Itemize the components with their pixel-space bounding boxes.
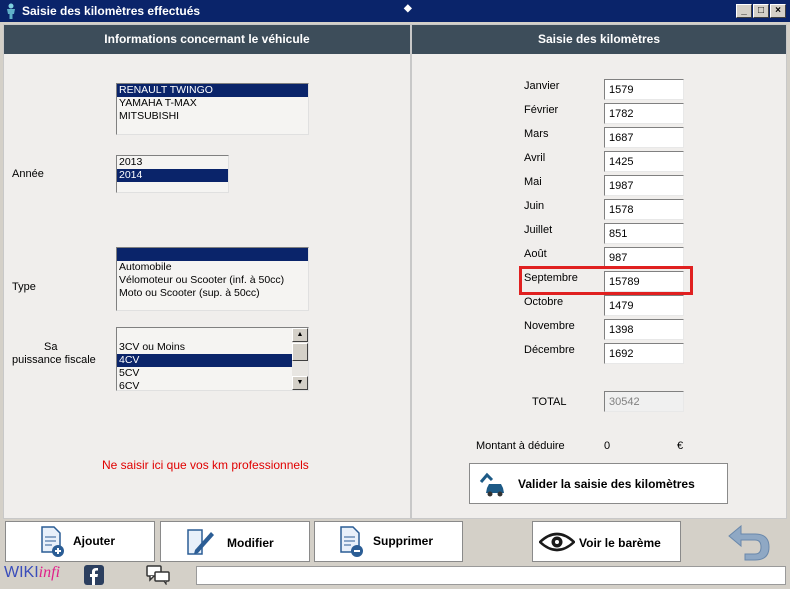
edit-pencil-icon (187, 529, 214, 555)
km-input-decembre[interactable]: 1692 (604, 343, 684, 364)
power-scrollbar[interactable]: ▲ ▼ (292, 328, 308, 390)
vehicle-panel-header: Informations concernant le véhicule (4, 25, 410, 54)
month-label: Novembre (524, 320, 575, 332)
view-scale-label: Voir le barème (579, 536, 661, 550)
logo-part1: WIKI (4, 564, 39, 581)
list-item[interactable]: 3CV ou Moins (117, 341, 292, 354)
scroll-thumb[interactable] (292, 343, 308, 361)
list-item[interactable]: Moto ou Scooter (sup. à 50cc) (117, 287, 308, 300)
currency-symbol: € (677, 440, 684, 452)
add-button[interactable]: Ajouter (5, 521, 155, 562)
vehicle-info-panel: Informations concernant le véhicule RENA… (3, 24, 411, 519)
km-input-juillet[interactable]: 851 (604, 223, 684, 244)
eye-icon (539, 532, 575, 552)
type-listbox[interactable]: Automobile Vélomoteur ou Scooter (inf. à… (116, 247, 309, 311)
list-item[interactable]: Vélomoteur ou Scooter (inf. à 50cc) (117, 274, 308, 287)
power-label-line1: Sa (44, 341, 58, 353)
total-field: 30542 (604, 391, 684, 412)
km-input-mars[interactable]: 1687 (604, 127, 684, 148)
km-input-octobre[interactable]: 1479 (604, 295, 684, 316)
km-input-juin[interactable]: 1578 (604, 199, 684, 220)
status-bar (196, 566, 786, 585)
minimize-button[interactable]: _ (736, 4, 752, 18)
month-label: Janvier (524, 80, 560, 92)
edit-button[interactable]: Modifier (160, 521, 310, 562)
km-input-aout[interactable]: 987 (604, 247, 684, 268)
list-item[interactable]: MITSUBISHI (117, 110, 308, 123)
type-label: Type (12, 281, 36, 293)
list-item[interactable] (117, 248, 308, 261)
list-item[interactable]: 6CV (117, 380, 292, 390)
month-label: Mars (524, 128, 549, 140)
window-body: Informations concernant le véhicule RENA… (0, 22, 790, 589)
pin-icon[interactable]: ◆ (404, 3, 412, 14)
september-highlight-box (519, 266, 693, 295)
delete-label: Supprimer (373, 534, 434, 548)
edit-label: Modifier (227, 536, 274, 550)
wikiinfi-logo[interactable]: WIKIinfi (4, 564, 60, 582)
total-label: TOTAL (532, 396, 567, 408)
km-input-avril[interactable]: 1425 (604, 151, 684, 172)
km-input-janvier[interactable]: 1579 (604, 79, 684, 100)
scroll-up-arrow-icon[interactable]: ▲ (292, 328, 308, 342)
km-panel-header: Saisie des kilomètres (412, 25, 786, 54)
title-bar: Saisie des kilomètres effectués ◆ _ □ × (0, 0, 790, 22)
back-arrow-icon[interactable] (727, 522, 773, 562)
km-input-mai[interactable]: 1987 (604, 175, 684, 196)
deduct-label: Montant à déduire (476, 440, 565, 452)
add-label: Ajouter (73, 534, 115, 548)
list-item[interactable]: YAMAHA T-MAX (117, 97, 308, 110)
month-label: Octobre (524, 296, 564, 308)
list-item[interactable]: 5CV (117, 367, 292, 380)
month-label: Février (524, 104, 559, 116)
delete-button[interactable]: Supprimer (314, 521, 463, 562)
view-scale-button[interactable]: Voir le barème (532, 521, 681, 562)
km-input-fevrier[interactable]: 1782 (604, 103, 684, 124)
power-listbox[interactable]: 3CV ou Moins 4CV 5CV 6CV ▲ ▼ (116, 327, 309, 391)
km-entry-panel: Saisie des kilomètres Janvier 1579 Févri… (411, 24, 787, 519)
close-button[interactable]: × (770, 4, 786, 18)
vehicle-listbox[interactable]: RENAULT TWINGO YAMAHA T-MAX MITSUBISHI (116, 83, 309, 135)
validate-km-button[interactable]: Valider la saisie des kilomètres (469, 463, 728, 504)
add-document-icon (41, 526, 64, 557)
year-label: Année (12, 168, 44, 180)
car-check-icon (479, 472, 504, 497)
list-item[interactable]: RENAULT TWINGO (117, 84, 308, 97)
month-label: Juillet (524, 224, 553, 236)
list-item[interactable]: 4CV (117, 354, 292, 367)
month-label: Juin (524, 200, 545, 212)
year-listbox[interactable]: 2013 2014 (116, 155, 229, 193)
delete-document-icon (340, 526, 363, 557)
window-title: Saisie des kilomètres effectués (22, 4, 201, 18)
chat-icon[interactable] (146, 565, 170, 585)
list-item[interactable]: 2013 (117, 156, 228, 169)
deduct-value: 0 (604, 440, 611, 452)
logo-part2: infi (38, 564, 61, 581)
month-label: Avril (524, 152, 546, 164)
facebook-icon[interactable] (84, 565, 104, 585)
maximize-button[interactable]: □ (753, 4, 769, 18)
list-item[interactable]: Automobile (117, 261, 308, 274)
scroll-down-arrow-icon[interactable]: ▼ (292, 376, 308, 390)
power-label-line2: puissance fiscale (12, 354, 96, 366)
km-input-novembre[interactable]: 1398 (604, 319, 684, 340)
app-person-icon (7, 3, 15, 19)
month-label: Décembre (524, 344, 575, 356)
list-item[interactable]: 2014 (117, 169, 228, 182)
professional-km-warning: Ne saisir ici que vos km professionnels (102, 458, 309, 472)
month-label: Mai (524, 176, 542, 188)
month-label: Août (524, 248, 547, 260)
validate-km-label: Valider la saisie des kilomètres (518, 477, 695, 491)
